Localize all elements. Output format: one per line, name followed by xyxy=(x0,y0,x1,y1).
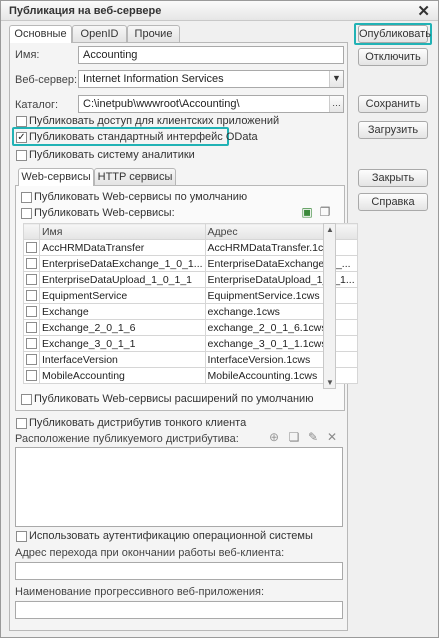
analytics-checkbox[interactable] xyxy=(16,150,27,161)
row-checkbox[interactable] xyxy=(26,242,37,253)
ellipsis-icon[interactable]: … xyxy=(329,96,343,112)
web-services-table: Имя Адрес AccHRMDataTransfer AccHRMDataTr… xyxy=(23,223,358,384)
column-header-check xyxy=(23,223,40,240)
title-bar: Публикация на веб-сервере ✕ xyxy=(1,1,438,21)
name-label: Имя: xyxy=(15,49,40,61)
catalog-input[interactable]: C:\inetpub\wwwroot\Accounting\ xyxy=(78,95,344,113)
table-scrollbar[interactable]: ▲ ▼ xyxy=(323,223,336,389)
row-checkbox-cell xyxy=(23,319,40,336)
publish-button[interactable]: Опубликовать xyxy=(358,25,431,43)
uncheck-all-icon[interactable]: ❐ xyxy=(319,206,331,218)
row-checkbox-cell xyxy=(23,367,40,384)
row-checkbox-cell xyxy=(23,271,40,288)
webserver-value: Internet Information Services xyxy=(83,73,224,85)
distrib-location-list[interactable] xyxy=(15,447,343,527)
edit-icon[interactable]: ✎ xyxy=(307,431,319,443)
ws-publish-label: Публиковать Web-сервисы: xyxy=(34,207,175,219)
distrib-location-label: Расположение публикуемого дистрибутива: xyxy=(15,433,239,445)
os-auth-checkbox[interactable] xyxy=(16,531,27,542)
help-button[interactable]: Справка xyxy=(358,193,428,211)
row-checkbox[interactable] xyxy=(26,306,37,317)
dropdown-arrow-icon[interactable]: ▼ xyxy=(329,71,343,87)
row-checkbox-cell xyxy=(23,335,40,352)
table-row[interactable]: MobileAccounting MobileAccounting.1cws xyxy=(23,367,358,384)
check-all-icon[interactable]: ▣ xyxy=(301,206,313,218)
tab-other[interactable]: Прочие xyxy=(127,25,180,42)
tab-http-services[interactable]: HTTP сервисы xyxy=(94,168,176,185)
copy-icon[interactable]: ❏ xyxy=(288,431,300,443)
row-checkbox[interactable] xyxy=(26,322,37,333)
load-button[interactable]: Загрузить xyxy=(358,121,428,139)
column-header-name[interactable]: Имя xyxy=(39,223,206,240)
webserver-select[interactable]: Internet Information Services xyxy=(78,70,344,88)
thin-client-label: Публиковать дистрибутив тонкого клиента xyxy=(29,417,247,429)
row-checkbox[interactable] xyxy=(26,258,37,269)
window-title: Публикация на веб-сервере xyxy=(9,5,162,17)
odata-label: Публиковать стандартный интерфейс OData xyxy=(29,131,258,143)
webserver-label: Веб-сервер: xyxy=(15,74,78,86)
pwa-label: Наименование прогрессивного веб-приложен… xyxy=(15,586,265,598)
scroll-up-icon[interactable]: ▲ xyxy=(326,225,334,234)
row-checkbox-cell xyxy=(23,239,40,256)
row-name: Exchange_3_0_1_1 xyxy=(39,335,206,352)
thin-client-checkbox[interactable] xyxy=(16,418,27,429)
row-name: Exchange xyxy=(39,303,206,320)
delete-icon[interactable]: ✕ xyxy=(326,431,338,443)
add-icon[interactable]: ⊕ xyxy=(268,431,280,443)
row-checkbox[interactable] xyxy=(26,338,37,349)
ws-extensions-checkbox[interactable] xyxy=(21,394,32,405)
table-row[interactable]: InterfaceVersion InterfaceVersion.1cws xyxy=(23,351,358,368)
row-name: EnterpriseDataExchange_1_0_1... xyxy=(39,255,206,272)
row-checkbox-cell xyxy=(23,287,40,304)
row-name: MobileAccounting xyxy=(39,367,206,384)
os-auth-label: Использовать аутентификацию операционной… xyxy=(29,530,313,542)
row-name: AccHRMDataTransfer xyxy=(39,239,206,256)
redirect-input[interactable] xyxy=(15,562,343,580)
table-row[interactable]: AccHRMDataTransfer AccHRMDataTransfer.1cw… xyxy=(23,239,358,256)
scroll-down-icon[interactable]: ▼ xyxy=(326,378,334,387)
row-name: EnterpriseDataUpload_1_0_1_1 xyxy=(39,271,206,288)
analytics-label: Публиковать систему аналитики xyxy=(29,149,195,161)
row-checkbox[interactable] xyxy=(26,290,37,301)
tab-web-services[interactable]: Web-сервисы xyxy=(18,168,94,186)
table-row[interactable]: EquipmentService EquipmentService.1cws xyxy=(23,287,358,304)
row-checkbox[interactable] xyxy=(26,370,37,381)
ws-default-checkbox[interactable] xyxy=(21,192,32,203)
close-button[interactable]: Закрыть xyxy=(358,169,428,187)
publish-dialog: Публикация на веб-сервере ✕ Основные Ope… xyxy=(0,0,439,638)
table-row[interactable]: Exchange exchange.1cws xyxy=(23,303,358,320)
unpublish-button[interactable]: Отключить xyxy=(358,48,428,66)
row-name: EquipmentService xyxy=(39,287,206,304)
ws-extensions-label: Публиковать Web-сервисы расширений по ум… xyxy=(34,393,314,405)
tab-openid[interactable]: OpenID xyxy=(72,25,127,42)
ws-publish-checkbox[interactable] xyxy=(21,208,32,219)
row-name: InterfaceVersion xyxy=(39,351,206,368)
row-checkbox-cell xyxy=(23,351,40,368)
close-icon[interactable]: ✕ xyxy=(417,2,430,20)
table-row[interactable]: EnterpriseDataUpload_1_0_1_1 EnterpriseDa… xyxy=(23,271,358,288)
client-access-checkbox[interactable] xyxy=(16,116,27,127)
client-access-label: Публиковать доступ для клиентских прилож… xyxy=(29,115,280,127)
redirect-label: Адрес перехода при окончании работы веб-… xyxy=(15,547,285,559)
save-button[interactable]: Сохранить xyxy=(358,95,428,113)
name-input[interactable]: Accounting xyxy=(78,46,344,64)
row-checkbox-cell xyxy=(23,255,40,272)
tab-main[interactable]: Основные xyxy=(9,25,72,43)
row-name: Exchange_2_0_1_6 xyxy=(39,319,206,336)
table-row[interactable]: Exchange_2_0_1_6 exchange_2_0_1_6.1cws xyxy=(23,319,358,336)
row-checkbox[interactable] xyxy=(26,274,37,285)
row-checkbox-cell xyxy=(23,303,40,320)
table-row[interactable]: Exchange_3_0_1_1 exchange_3_0_1_1.1cws xyxy=(23,335,358,352)
pwa-input[interactable] xyxy=(15,601,343,619)
table-header: Имя Адрес xyxy=(23,223,358,240)
table-row[interactable]: EnterpriseDataExchange_1_0_1... Enterpris… xyxy=(23,255,358,272)
row-checkbox[interactable] xyxy=(26,354,37,365)
catalog-label: Каталог: xyxy=(15,99,59,111)
odata-checkbox[interactable]: ✓ xyxy=(16,132,27,143)
ws-default-label: Публиковать Web-сервисы по умолчанию xyxy=(34,191,248,203)
